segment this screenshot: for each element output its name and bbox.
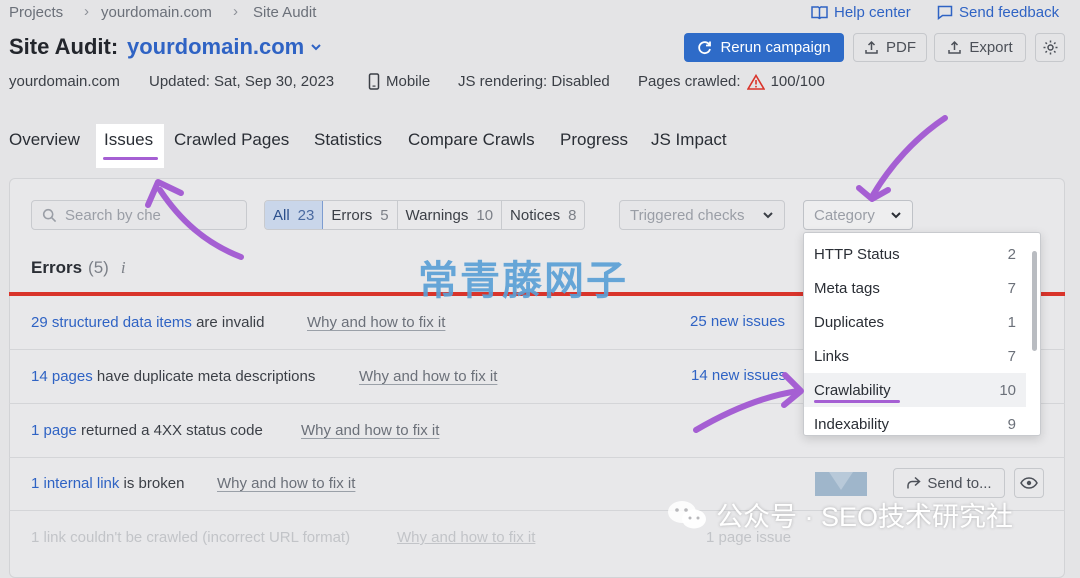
new-issues-link[interactable]: 14 new issues xyxy=(691,367,786,384)
chevron-down-icon xyxy=(891,212,901,219)
category-option-duplicates[interactable]: Duplicates 1 xyxy=(804,305,1026,339)
breadcrumb-sep-icon: › xyxy=(233,3,238,20)
tab-progress[interactable]: Progress xyxy=(560,130,628,150)
issue-link[interactable]: 29 structured data items xyxy=(31,314,192,331)
tab-statistics[interactable]: Statistics xyxy=(314,130,382,150)
issue-row: 1 link couldn't be crawled (incorrect UR… xyxy=(31,529,351,546)
gear-icon xyxy=(1043,40,1057,55)
issue-link[interactable]: 14 pages xyxy=(31,368,93,385)
meta-js-rendering: JS rendering: Disabled xyxy=(458,73,610,90)
meta-updated: Updated: Sat, Sep 30, 2023 xyxy=(149,73,335,90)
category-label: Category xyxy=(814,206,875,224)
send-to-button[interactable]: Send to... xyxy=(893,468,1005,498)
send-feedback-link[interactable]: Send feedback xyxy=(937,4,1059,21)
category-option-http-status[interactable]: HTTP Status 2 xyxy=(804,237,1026,271)
triggered-checks-label: Triggered checks xyxy=(630,206,745,224)
issue-row: 29 structured data items are invalid xyxy=(31,314,265,331)
search-icon xyxy=(42,208,57,222)
issue-row: 1 page returned a 4XX status code xyxy=(31,422,263,439)
fix-link[interactable]: Why and how to fix it xyxy=(359,368,497,385)
crawlability-underline xyxy=(814,400,900,403)
rerun-campaign-button[interactable]: Rerun campaign xyxy=(684,33,844,62)
search-input[interactable]: Search by che xyxy=(31,200,247,230)
info-icon[interactable]: i xyxy=(121,258,126,278)
new-issues-link[interactable]: 25 new issues xyxy=(690,313,785,330)
feedback-icon xyxy=(937,5,953,20)
errors-heading: Errors (5) i xyxy=(31,258,126,278)
eye-icon xyxy=(1020,477,1038,489)
pdf-button[interactable]: PDF xyxy=(853,33,927,62)
book-icon xyxy=(811,6,828,20)
category-option-indexability[interactable]: Indexability 9 xyxy=(804,407,1026,435)
tab-compare-crawls[interactable]: Compare Crawls xyxy=(408,130,535,150)
rerun-campaign-label: Rerun campaign xyxy=(720,39,831,56)
category-option-meta-tags[interactable]: Meta tags 7 xyxy=(804,271,1026,305)
chevron-down-icon xyxy=(763,212,773,219)
breadcrumb-site-audit: Site Audit xyxy=(253,4,317,21)
row-divider xyxy=(9,457,1065,458)
category-option-links[interactable]: Links 7 xyxy=(804,339,1026,373)
refresh-icon xyxy=(698,41,712,55)
category-menu-scrollbar[interactable] xyxy=(1032,251,1037,351)
page-title: Site Audit: xyxy=(9,34,119,59)
search-placeholder: Search by che xyxy=(65,206,161,224)
upload-icon xyxy=(865,40,878,54)
help-center-label: Help center xyxy=(834,4,911,21)
category-dropdown[interactable]: Category xyxy=(803,200,913,230)
filter-warnings[interactable]: Warnings 10 xyxy=(398,201,503,229)
send-to-label: Send to... xyxy=(927,474,992,492)
send-feedback-label: Send feedback xyxy=(959,4,1060,21)
category-menu: HTTP Status 2 Meta tags 7 Duplicates 1 Link… xyxy=(803,232,1041,436)
mobile-icon xyxy=(368,73,380,90)
upload-icon xyxy=(948,40,962,54)
help-center-link[interactable]: Help center xyxy=(811,4,911,21)
issue-link[interactable]: 1 page xyxy=(31,422,77,439)
breadcrumb-domain[interactable]: yourdomain.com xyxy=(101,4,212,21)
wechat-badge: 公众号 · SEO技术研究社 xyxy=(666,495,1013,534)
tab-issues-underline xyxy=(103,157,158,160)
issue-row: 14 pages have duplicate meta description… xyxy=(31,368,316,385)
trend-sparkline xyxy=(815,472,867,496)
settings-button[interactable] xyxy=(1035,33,1065,62)
export-button[interactable]: Export xyxy=(934,33,1026,62)
triggered-checks-dropdown[interactable]: Triggered checks xyxy=(619,200,785,230)
fix-link[interactable]: Why and how to fix it xyxy=(307,314,445,331)
wechat-account-label: 公众号 · SEO技术研究社 xyxy=(716,502,1014,532)
issue-row: 1 internal link is broken xyxy=(31,475,185,492)
hide-issue-button[interactable] xyxy=(1014,468,1044,498)
domain-selector[interactable]: yourdomain.com xyxy=(127,34,322,60)
domain-label: yourdomain.com xyxy=(127,34,305,59)
warning-icon xyxy=(746,73,765,90)
breadcrumb-sep-icon: › xyxy=(84,3,89,20)
tab-issues[interactable]: Issues xyxy=(104,130,153,150)
watermark-text: 常青藤网子 xyxy=(418,259,628,303)
pdf-label: PDF xyxy=(886,39,916,56)
severity-filter: All 23 Errors 5 Warnings 10 Notices 8 xyxy=(264,200,586,230)
meta-pages-crawled: Pages crawled: 100/100 xyxy=(638,73,825,90)
tab-crawled-pages[interactable]: Crawled Pages xyxy=(174,130,289,150)
issue-link[interactable]: 1 internal link xyxy=(31,475,119,492)
filter-all[interactable]: All 23 xyxy=(265,201,324,229)
breadcrumb-projects[interactable]: Projects xyxy=(9,4,63,21)
fix-link[interactable]: Why and how to fix it xyxy=(301,422,439,439)
wechat-icon xyxy=(668,500,706,528)
export-label: Export xyxy=(969,39,1013,56)
fix-link[interactable]: Why and how to fix it xyxy=(217,475,355,492)
chevron-down-icon xyxy=(311,44,321,51)
meta-domain: yourdomain.com xyxy=(9,73,120,90)
fix-link[interactable]: Why and how to fix it xyxy=(397,529,535,546)
filter-errors[interactable]: Errors 5 xyxy=(323,201,398,229)
tab-js-impact[interactable]: JS Impact xyxy=(651,130,727,150)
share-arrow-icon xyxy=(907,476,922,489)
meta-device: Mobile xyxy=(368,73,430,90)
filter-notices[interactable]: Notices 8 xyxy=(502,201,584,229)
tab-overview[interactable]: Overview xyxy=(9,130,80,150)
